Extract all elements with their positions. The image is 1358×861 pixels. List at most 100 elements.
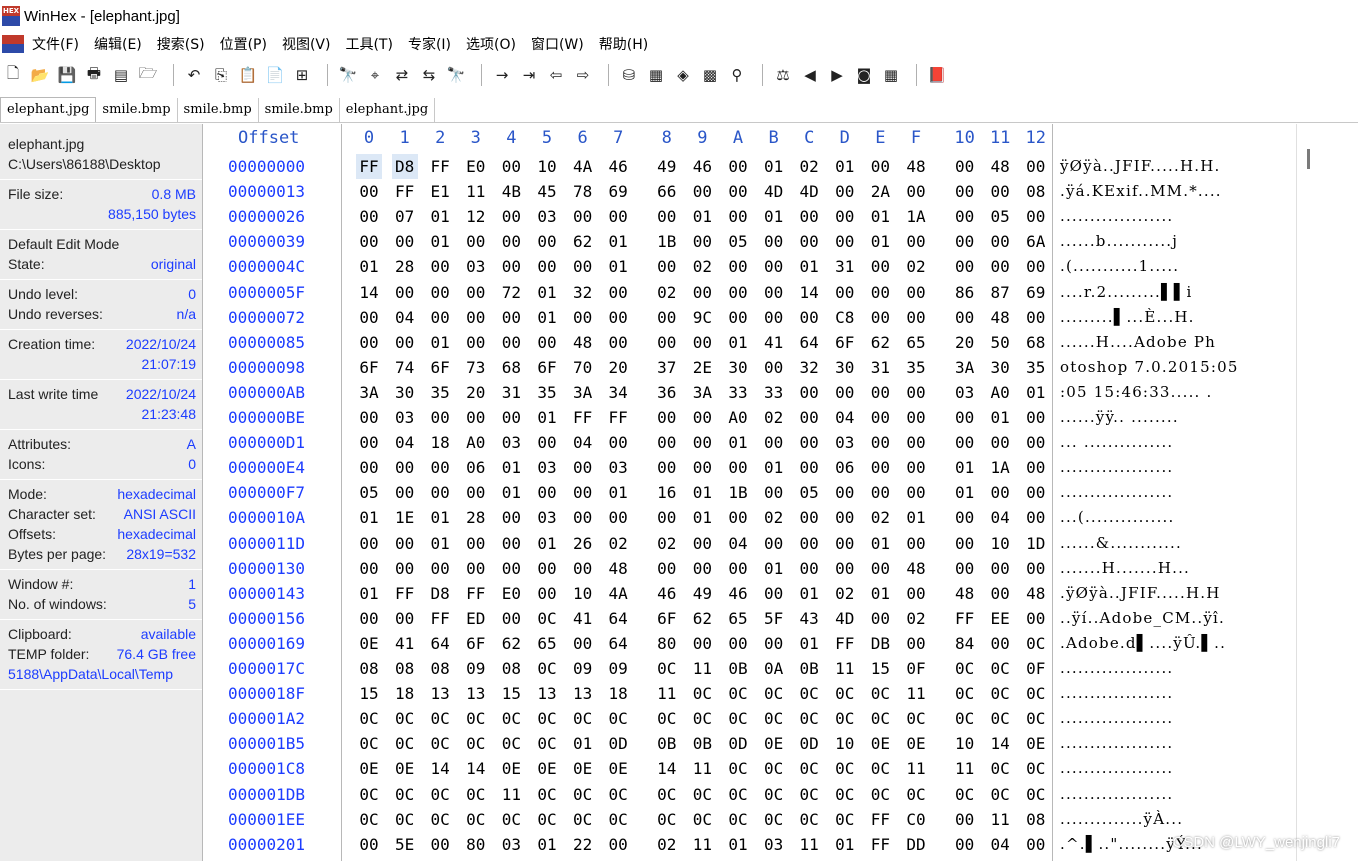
hex-byte[interactable]: 41 [570,606,596,631]
hex-byte[interactable]: 48 [570,330,596,355]
hex-byte[interactable]: 0C [463,731,489,756]
hex-byte[interactable]: 03 [534,455,560,480]
hex-byte[interactable]: 0C [725,706,751,731]
hex-byte[interactable]: 01 [761,204,787,229]
text-row[interactable]: ................... [1060,706,1173,731]
hex-byte[interactable]: 01 [427,505,453,530]
hex-byte[interactable]: 05 [725,229,751,254]
hex-byte[interactable]: 00 [356,330,382,355]
hex-byte[interactable]: 48 [903,556,929,581]
document-menu-icon[interactable] [2,35,24,53]
hex-byte[interactable]: 00 [498,204,524,229]
text-row[interactable]: ................... [1060,455,1173,480]
hex-byte[interactable]: 31 [832,254,858,279]
hex-byte[interactable]: 64 [605,631,631,656]
open-folder-icon[interactable]: 📂 [29,64,51,86]
hex-byte[interactable]: 10 [987,531,1013,556]
hex-byte[interactable]: 00 [605,305,631,330]
hex-byte[interactable]: 0C [498,807,524,832]
hex-byte[interactable]: 00 [392,229,418,254]
hex-byte[interactable]: 01 [867,229,893,254]
hex-byte[interactable]: 14 [356,280,382,305]
hex-byte[interactable]: 64 [796,330,822,355]
hex-byte[interactable]: FF [952,606,978,631]
hex-byte[interactable]: 0C [1023,631,1049,656]
hex-byte[interactable]: 35 [1023,355,1049,380]
hex-byte[interactable]: 18 [392,681,418,706]
hex-byte[interactable]: 03 [498,832,524,857]
hex-byte[interactable]: 13 [534,681,560,706]
hex-byte[interactable]: 00 [1023,305,1049,330]
hex-byte[interactable]: 0C [867,782,893,807]
replace-hex-icon[interactable]: ⇆ [418,64,440,86]
binary-icon[interactable]: ⊞ [291,64,313,86]
hex-byte[interactable]: 11 [796,832,822,857]
hex-byte[interactable]: 0C [534,606,560,631]
hex-byte[interactable]: 00 [356,405,382,430]
hex-byte[interactable]: 01 [832,832,858,857]
row-offset[interactable]: 000001B5 [228,731,305,756]
hex-byte[interactable]: 00 [832,380,858,405]
eraser-icon[interactable]: ◈ [672,64,694,86]
hex-byte[interactable]: 0C [356,706,382,731]
text-row[interactable]: .........▌...È...H. [1060,305,1195,330]
hex-byte[interactable]: 48 [952,581,978,606]
hex-byte[interactable]: 00 [463,480,489,505]
text-row[interactable]: .......H.......H... [1060,556,1190,581]
hex-byte[interactable]: 00 [1023,430,1049,455]
hex-byte[interactable]: E1 [427,179,453,204]
hex-byte[interactable]: 00 [903,405,929,430]
hex-byte[interactable]: 09 [463,656,489,681]
hex-byte[interactable]: 6F [463,631,489,656]
hex-byte[interactable]: 35 [427,380,453,405]
row-offset[interactable]: 000000E4 [228,455,305,480]
hex-byte[interactable]: 00 [796,455,822,480]
row-offset[interactable]: 000001DB [228,782,305,807]
hex-byte[interactable]: 00 [725,254,751,279]
hex-byte[interactable]: 00 [903,581,929,606]
hex-byte[interactable]: 65 [903,330,929,355]
hex-byte[interactable]: 0C [952,656,978,681]
hex-byte[interactable]: FF [392,581,418,606]
hex-byte[interactable]: 00 [796,229,822,254]
hex-byte[interactable]: 18 [427,430,453,455]
hex-byte[interactable]: 01 [761,556,787,581]
row-offset[interactable]: 0000018F [228,681,305,706]
hex-byte[interactable]: 3A [952,355,978,380]
hex-byte[interactable]: 4A [605,581,631,606]
hex-byte[interactable]: 10 [832,731,858,756]
hex-byte[interactable]: 00 [867,405,893,430]
menu-view[interactable]: 视图(V) [282,34,331,54]
text-row[interactable]: ..............ÿÀ... [1060,807,1183,832]
hex-byte[interactable]: 1E [392,505,418,530]
hex-byte[interactable]: 00 [832,179,858,204]
hex-byte[interactable]: 33 [725,380,751,405]
hex-byte[interactable]: 00 [605,204,631,229]
hex-byte[interactable]: 48 [987,154,1013,179]
hex-byte[interactable]: 49 [654,154,680,179]
replace-text-icon[interactable]: ⇄ [391,64,413,86]
text-row[interactable]: ... ............... [1060,430,1173,455]
hex-byte[interactable]: 00 [796,380,822,405]
hex-byte[interactable]: 0C [498,706,524,731]
hex-byte[interactable]: 0E [498,756,524,781]
hex-byte[interactable]: 0C [689,681,715,706]
hex-byte[interactable]: 01 [356,505,382,530]
hex-byte[interactable]: 03 [761,832,787,857]
hex-byte[interactable]: 46 [605,154,631,179]
hex-byte[interactable]: 00 [654,430,680,455]
disk-editor-icon[interactable]: ⛁ [618,64,640,86]
hex-byte[interactable]: 01 [867,204,893,229]
text-row[interactable]: ................... [1060,756,1173,781]
row-offset[interactable]: 0000010A [228,505,305,530]
hex-byte[interactable]: 0F [903,656,929,681]
hex-byte[interactable]: 00 [392,480,418,505]
hex-byte[interactable]: FF [867,832,893,857]
row-offset[interactable]: 00000085 [228,330,305,355]
text-row[interactable]: .(...........1..... [1060,254,1179,279]
hex-byte[interactable]: EE [987,606,1013,631]
hex-byte[interactable]: 08 [1023,179,1049,204]
hex-byte[interactable]: 0C [498,731,524,756]
row-offset[interactable]: 00000039 [228,229,305,254]
hex-byte[interactable]: 45 [534,179,560,204]
